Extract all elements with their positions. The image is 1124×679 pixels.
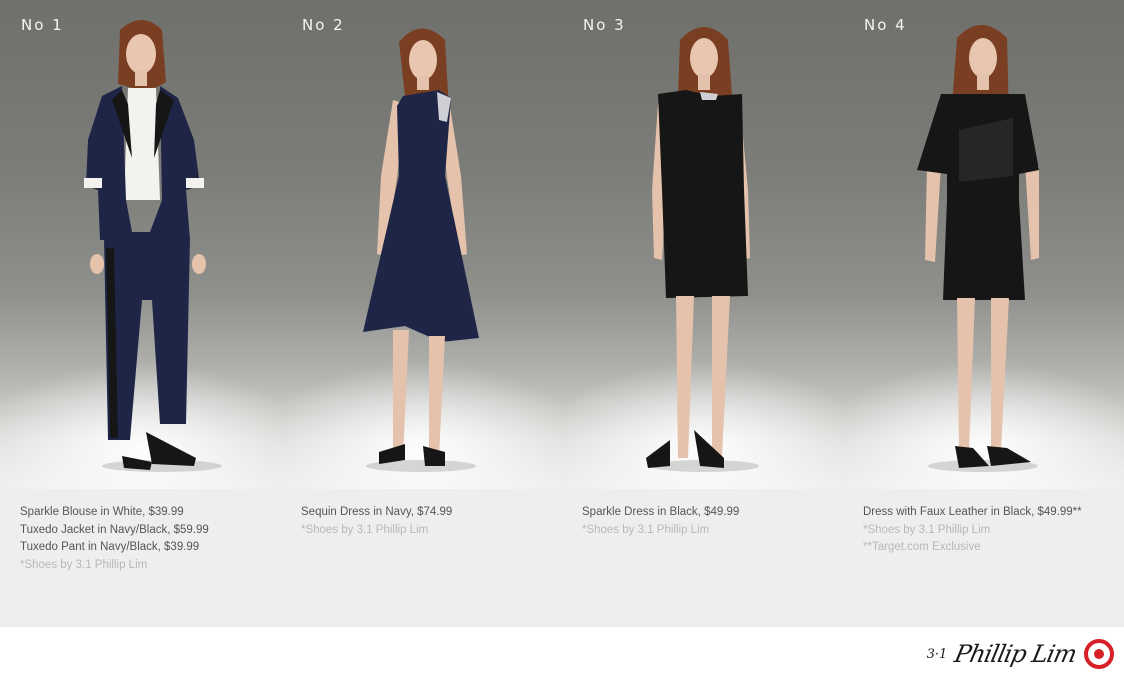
item-text[interactable]: Sequin Dress in Navy, $74.99 xyxy=(301,504,542,522)
look-4[interactable]: No 4 Dress with Faux Leather in Black, $… xyxy=(843,0,1124,627)
look-3-caption: Sparkle Dress in Black, $49.99 *Shoes by… xyxy=(562,489,843,539)
model-figure-3 xyxy=(646,27,759,472)
item-text[interactable]: Sparkle Blouse in White, $39.99 xyxy=(20,504,261,522)
exclusive-note: **Target.com Exclusive xyxy=(863,541,981,553)
look-number-1: No 1 xyxy=(21,16,64,34)
looks-row: No 1 Sparkle Blouse in White, $39.99 Tux… xyxy=(0,0,1124,627)
shoes-note: *Shoes by 3.1 Phillip Lim xyxy=(582,523,710,536)
look-2-photo[interactable]: No 2 xyxy=(281,0,562,489)
look-3-photo[interactable]: No 3 xyxy=(562,0,843,489)
lookbook: No 1 Sparkle Blouse in White, $39.99 Tux… xyxy=(0,0,1124,627)
footer-logo[interactable]: 3·1 Phillip Lim xyxy=(927,636,1114,672)
model-figure-1 xyxy=(84,20,222,472)
look-number-2: No 2 xyxy=(302,16,345,34)
item-text[interactable]: Tuxedo Pant in Navy/Black, $39.99 xyxy=(20,539,261,557)
target-bullseye-icon xyxy=(1084,639,1114,669)
look-2-caption: Sequin Dress in Navy, $74.99 *Shoes by 3… xyxy=(281,489,562,539)
look-2[interactable]: No 2 Sequin Dress in Navy, $74.99 *Shoes… xyxy=(281,0,562,627)
shoes-note: *Shoes by 3.1 Phillip Lim xyxy=(863,523,991,536)
look-1-photo[interactable]: No 1 xyxy=(0,0,281,489)
look-1-caption: Sparkle Blouse in White, $39.99 Tuxedo J… xyxy=(0,489,281,574)
brand-prefix: 3·1 xyxy=(926,646,948,662)
item-text[interactable]: Dress with Faux Leather in Black, $49.99… xyxy=(863,504,1104,522)
look-3[interactable]: No 3 Sparkle Dress in Black, $49.99 *Sho… xyxy=(562,0,843,627)
shoes-note: *Shoes by 3.1 Phillip Lim xyxy=(301,523,429,536)
model-figure-2 xyxy=(363,28,479,472)
shoes-note: *Shoes by 3.1 Phillip Lim xyxy=(20,558,148,571)
item-text[interactable]: Sparkle Dress in Black, $49.99 xyxy=(582,504,823,522)
look-number-4: No 4 xyxy=(864,16,907,34)
item-text[interactable]: Tuxedo Jacket in Navy/Black, $59.99 xyxy=(20,522,261,540)
look-4-photo[interactable]: No 4 xyxy=(843,0,1124,489)
brand-signature: Phillip Lim xyxy=(952,640,1079,668)
look-4-caption: Dress with Faux Leather in Black, $49.99… xyxy=(843,489,1124,557)
model-figure-4 xyxy=(917,25,1039,472)
look-1[interactable]: No 1 Sparkle Blouse in White, $39.99 Tux… xyxy=(0,0,281,627)
look-number-3: No 3 xyxy=(583,16,626,34)
